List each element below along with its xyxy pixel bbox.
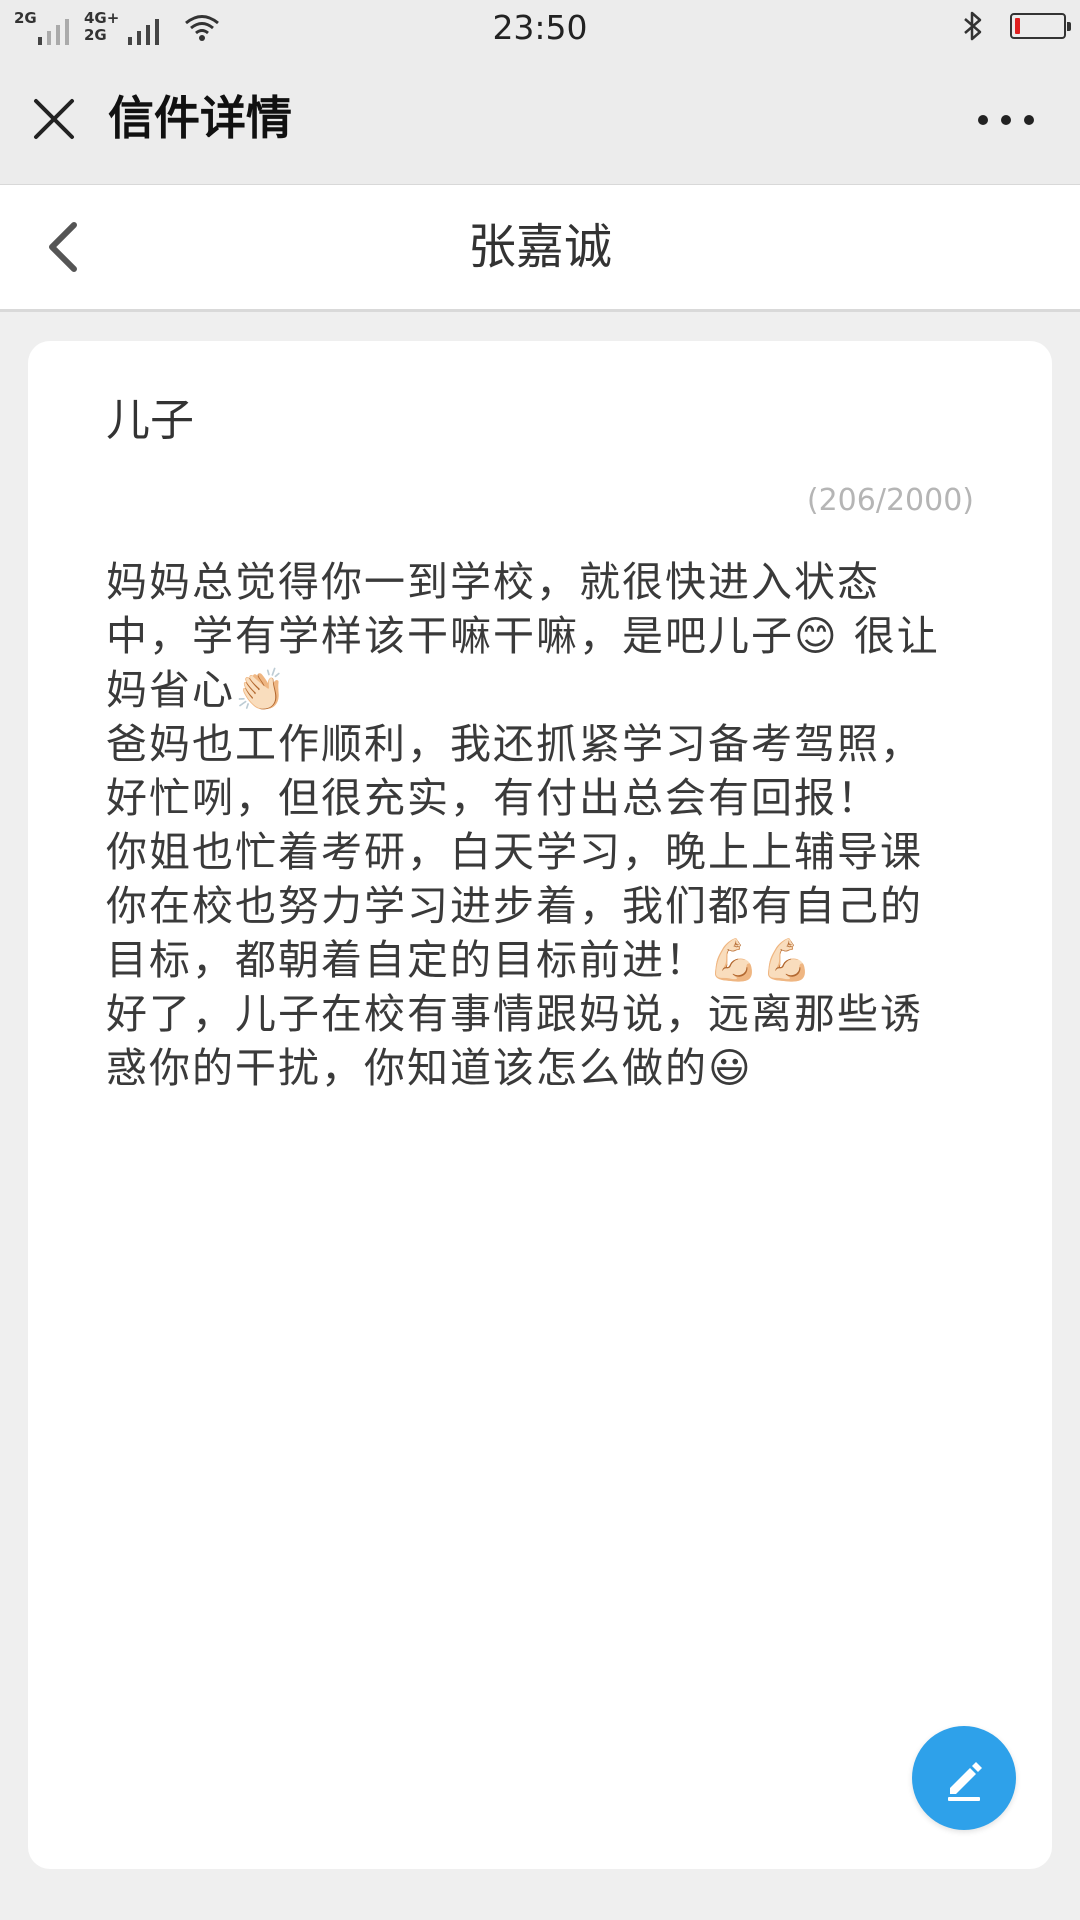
letter-body: 妈妈总觉得你一到学校，就很快进入状态中，学有学样该干嘛干嘛，是吧儿子😊 很让妈省… bbox=[106, 555, 956, 1095]
more-icon-dot bbox=[1024, 115, 1034, 125]
sub-header: 张嘉诚 bbox=[0, 185, 1080, 312]
letter-card: 儿子 (206/2000) 妈妈总觉得你一到学校，就很快进入状态中，学有学样该干… bbox=[28, 341, 1052, 1869]
status-bar: 2G 4G+ 2G 23:50 bbox=[0, 0, 1080, 58]
status-time: 23:50 bbox=[492, 8, 588, 47]
more-icon-dot bbox=[1001, 115, 1011, 125]
status-right bbox=[962, 10, 1071, 42]
recipient-name: 张嘉诚 bbox=[467, 219, 612, 275]
more-icon-dot bbox=[978, 115, 988, 125]
close-button[interactable] bbox=[30, 95, 78, 143]
battery-icon bbox=[1010, 13, 1071, 39]
letter-paragraph: 妈妈总觉得你一到学校，就很快进入状态中，学有学样该干嘛干嘛，是吧儿子😊 很让妈省… bbox=[106, 558, 940, 714]
close-icon bbox=[34, 99, 74, 139]
battery-level bbox=[1015, 18, 1020, 34]
edit-button[interactable] bbox=[912, 1726, 1016, 1830]
nav-bar: 信件详情 bbox=[0, 58, 1080, 185]
page-title: 信件详情 bbox=[108, 91, 292, 145]
letter-paragraph: 爸妈也工作顺利，我还抓紧学习备考驾照，好忙咧，但很充实，有付出总会有回报！ bbox=[106, 720, 923, 822]
letter-paragraph: 好了，儿子在校有事情跟妈说，远离那些诱惑你的干扰，你知道该怎么做的😃 bbox=[106, 990, 923, 1092]
letter-paragraph: 你姐也忙着考研，白天学习，晚上上辅导课 bbox=[106, 828, 923, 876]
letter-salutation: 儿子 bbox=[106, 395, 194, 446]
edit-pencil-icon bbox=[948, 1762, 982, 1801]
bluetooth-icon bbox=[964, 11, 982, 41]
char-count: (206/2000) bbox=[806, 483, 974, 518]
more-button[interactable] bbox=[978, 108, 1034, 132]
letter-paragraph: 你在校也努力学习进步着，我们都有自己的目标，都朝着自定的目标前进！💪🏻💪🏻 bbox=[106, 882, 923, 984]
